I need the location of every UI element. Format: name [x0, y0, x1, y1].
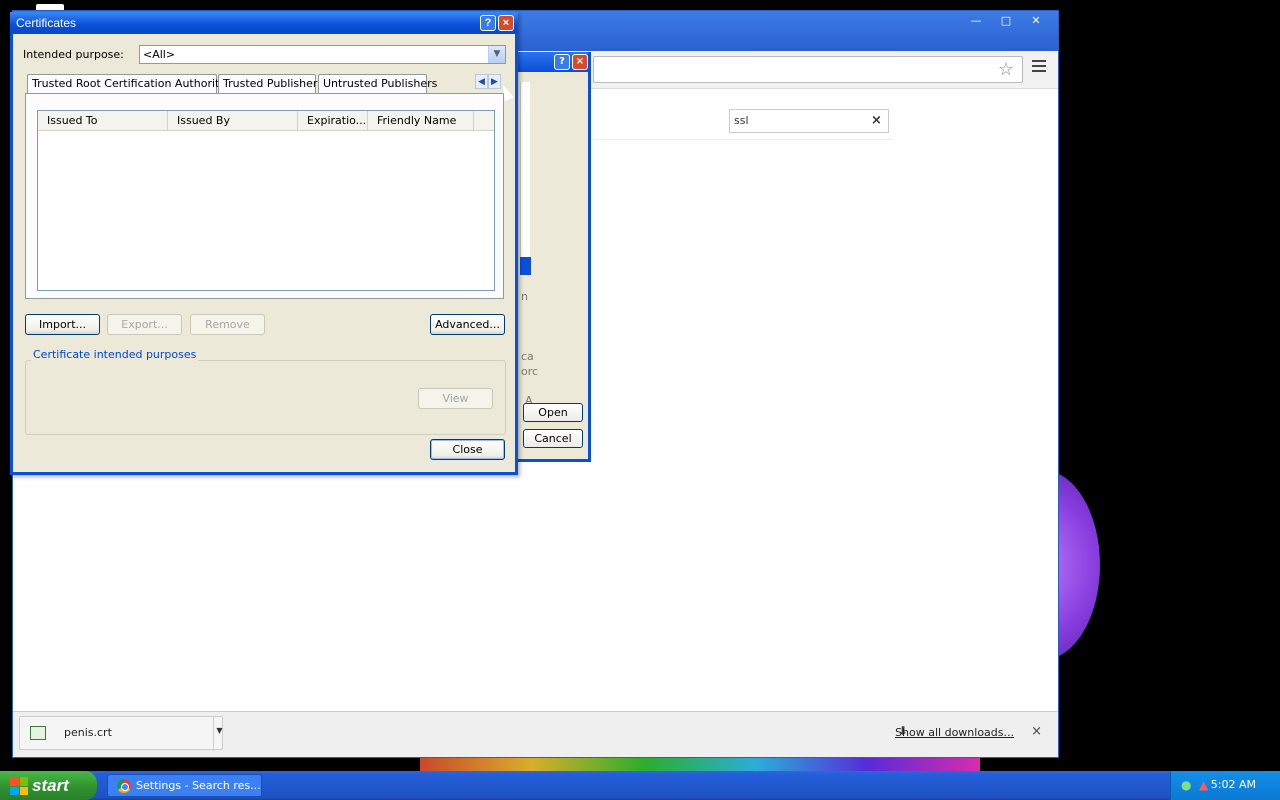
star-icon[interactable]: ☆ — [998, 60, 1014, 80]
omnibox[interactable]: ☆ — [593, 56, 1023, 83]
chevron-down-icon[interactable]: ▼ — [488, 46, 505, 63]
column-expiration[interactable]: Expiratio... — [298, 111, 368, 131]
chevron-left-icon[interactable]: ◀ — [475, 74, 488, 89]
help-icon[interactable]: ? — [554, 54, 570, 70]
clear-search-icon[interactable]: × — [871, 113, 882, 128]
dialog-title: Certificates — [16, 16, 77, 30]
close-downloads-bar-icon[interactable]: × — [1031, 724, 1042, 739]
certificate-list[interactable]: Issued To Issued By Expiratio... Friendl… — [37, 110, 495, 291]
intended-purpose-label: Intended purpose: — [23, 48, 124, 61]
start-button[interactable]: start — [0, 771, 97, 800]
tab-untrusted-publishers[interactable]: Untrusted Publishers — [318, 74, 437, 93]
tab-panel: Issued To Issued By Expiratio... Friendl… — [25, 93, 504, 299]
export-button[interactable]: Export... — [107, 314, 182, 335]
close-window-button[interactable]: ✕ — [1022, 13, 1050, 29]
certificates-dialog: Certificates ? × Intended purpose: <All>… — [10, 12, 518, 475]
taskbar: start Settings - Search res... ● ▲ 5:02 … — [0, 771, 1280, 800]
advanced-button[interactable]: Advanced... — [430, 314, 505, 335]
minimize-button[interactable]: — — [962, 13, 990, 29]
close-button[interactable]: Close — [430, 439, 505, 460]
close-icon[interactable]: × — [498, 15, 514, 31]
maximize-button[interactable]: □ — [992, 13, 1020, 29]
column-friendly-name[interactable]: Friendly Name — [368, 111, 474, 131]
column-issued-to[interactable]: Issued To — [38, 111, 168, 131]
system-tray: ● ▲ 5:02 AM — [1170, 771, 1280, 800]
certificate-file-icon — [30, 726, 46, 740]
column-issued-by[interactable]: Issued By — [168, 111, 298, 131]
tab-trusted-root[interactable]: Trusted Root Certification Authorities — [27, 74, 235, 93]
remove-button[interactable]: Remove — [190, 314, 265, 335]
windows-logo-icon — [10, 777, 28, 795]
download-menu-arrow[interactable]: ▼ — [213, 717, 225, 751]
divider — [593, 139, 893, 140]
close-icon[interactable]: × — [572, 54, 588, 70]
download-item[interactable]: penis.crt ▼ — [19, 716, 225, 751]
dialog-titlebar[interactable]: Certificates ? × — [10, 12, 518, 34]
intended-purpose-value: <All> — [143, 48, 176, 61]
list-header: Issued To Issued By Expiratio... Friendl… — [38, 111, 494, 131]
network-icon[interactable]: ● — [1181, 778, 1191, 792]
taskbar-item-label: Settings - Search res... — [136, 779, 261, 792]
partial-text: ca — [521, 350, 534, 363]
taskbar-item-chrome[interactable]: Settings - Search res... — [107, 774, 262, 797]
chrome-icon — [117, 779, 131, 793]
downloads-bar: penis.crt ▼ ⬇ Show all downloads... × — [13, 711, 1058, 757]
view-button[interactable]: View — [418, 388, 493, 409]
selected-item — [520, 257, 531, 275]
start-label: start — [32, 776, 69, 795]
import-button[interactable]: Import... — [25, 314, 100, 335]
scrollbar[interactable] — [520, 82, 530, 257]
settings-search-input[interactable]: ssl — [729, 109, 889, 133]
partial-text: n — [521, 290, 528, 303]
intended-purpose-select[interactable]: <All> ▼ — [139, 45, 506, 64]
group-label: Certificate intended purposes — [31, 348, 199, 361]
security-shield-icon[interactable]: ▲ — [1199, 778, 1208, 792]
tab-trusted-publishers[interactable]: Trusted Publishers — [218, 74, 323, 93]
cancel-button[interactable]: Cancel — [523, 429, 583, 448]
help-icon[interactable]: ? — [480, 15, 496, 31]
menu-icon[interactable] — [1032, 60, 1046, 72]
open-button[interactable]: Open — [523, 403, 583, 422]
download-file-name: penis.crt — [64, 726, 112, 739]
clock: 5:02 AM — [1210, 778, 1256, 791]
partial-text: orc — [521, 365, 539, 378]
show-all-downloads-link[interactable]: Show all downloads... — [895, 726, 1014, 739]
